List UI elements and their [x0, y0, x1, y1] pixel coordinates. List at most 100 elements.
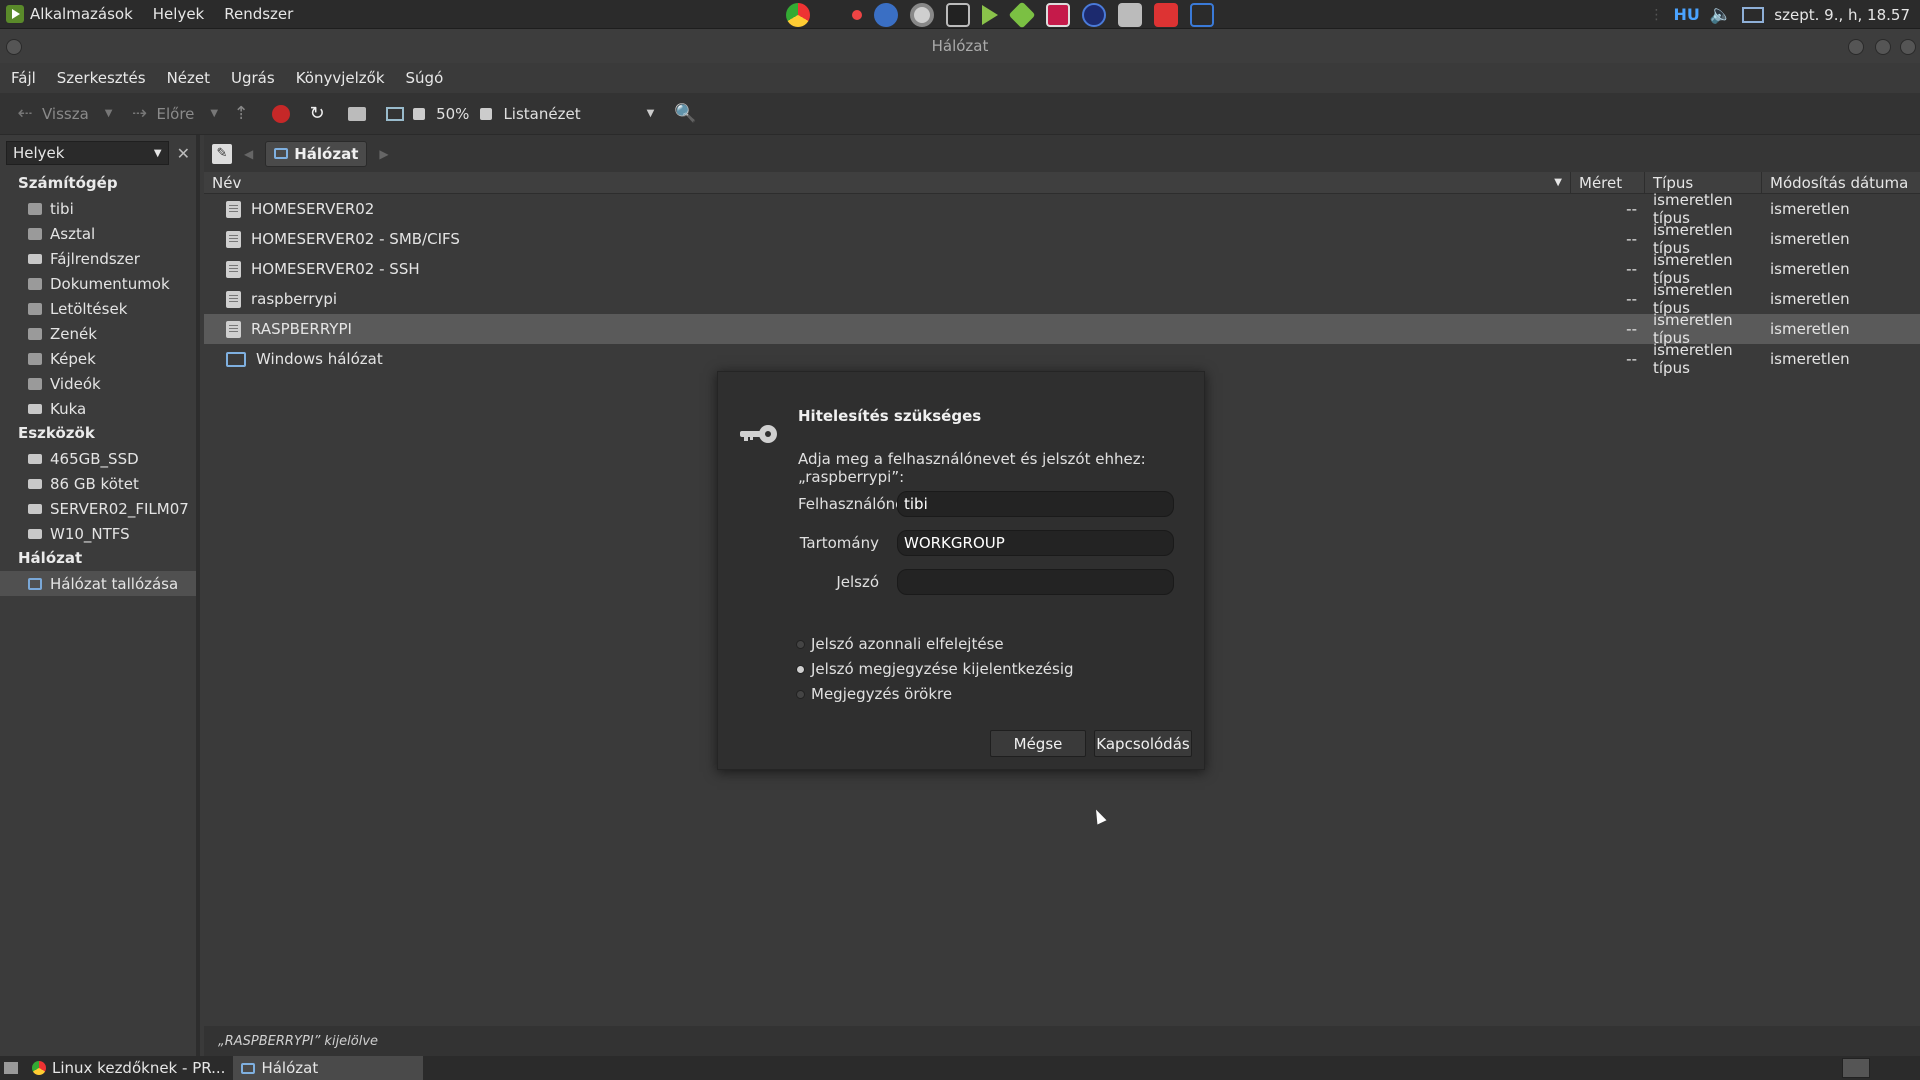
sidebar-item-label: Letöltések: [50, 299, 128, 318]
sidebar-item-w10[interactable]: W10_NTFS: [0, 521, 196, 546]
circle-app-icon[interactable]: [1082, 3, 1106, 27]
table-row[interactable]: raspberrypi -- ismeretlen típus ismeretl…: [204, 281, 1920, 317]
column-date[interactable]: Módosítás dátuma: [1762, 172, 1920, 194]
sidebar-item-music[interactable]: Zenék: [0, 321, 196, 346]
close-button[interactable]: [1900, 39, 1916, 55]
breadcrumb[interactable]: Hálózat: [265, 140, 368, 167]
radio-remember-forever[interactable]: Megjegyzés örökre: [796, 685, 952, 703]
play-icon[interactable]: [982, 5, 998, 25]
search-icon[interactable]: 🔍: [674, 103, 696, 125]
table-row-selected[interactable]: RASPBERRYPI -- ismeretlen típus ismeretl…: [204, 311, 1920, 347]
system-menu[interactable]: Rendszer: [214, 0, 303, 29]
username-label: Felhasználónév: [798, 495, 914, 513]
zoom-out-icon[interactable]: [412, 103, 426, 125]
package-icon[interactable]: [1008, 1, 1036, 29]
column-name[interactable]: Név ▼: [204, 171, 1571, 194]
row-date: ismeretlen: [1770, 200, 1850, 218]
home-folder-icon: [28, 202, 42, 215]
menu-file[interactable]: Fájl: [11, 69, 36, 87]
table-row[interactable]: HOMESERVER02 - SSH -- ismeretlen típus i…: [204, 251, 1920, 287]
gear-icon[interactable]: [910, 3, 934, 27]
close-sidebar-icon[interactable]: ✕: [177, 144, 190, 163]
sidebar-item-desktop[interactable]: Asztal: [0, 221, 196, 246]
table-row[interactable]: HOMESERVER02 - SMB/CIFS -- ismeretlen tí…: [204, 221, 1920, 257]
username-field[interactable]: [897, 491, 1174, 517]
connect-button[interactable]: Kapcsolódás: [1094, 730, 1192, 757]
path-left-arrow-icon[interactable]: ◀: [244, 147, 253, 161]
sidebar-type-select[interactable]: Helyek ▼: [6, 141, 169, 165]
sidebar-item-downloads[interactable]: Letöltések: [0, 296, 196, 321]
sidebar-item-server02[interactable]: SERVER02_FILM07: [0, 496, 196, 521]
domain-field[interactable]: [897, 530, 1174, 556]
zoom-level[interactable]: 50%: [432, 99, 473, 129]
keyboard-layout-indicator[interactable]: HU: [1673, 5, 1699, 24]
menu-bookmarks[interactable]: Könyvjelzők: [296, 69, 385, 87]
sidebar-item-pictures[interactable]: Képek: [0, 346, 196, 371]
sidebar-item-documents[interactable]: Dokumentumok: [0, 271, 196, 296]
taskbar-item-label: Linux kezdőknek - PR...: [52, 1059, 226, 1077]
applications-menu[interactable]: Alkalmazások: [0, 0, 143, 29]
status-bar: „RASPBERRYPI” kijelölve: [204, 1026, 1920, 1056]
network-status-icon[interactable]: [1742, 6, 1765, 23]
table-row[interactable]: HOMESERVER02 -- ismeretlen típus ismeret…: [204, 191, 1920, 227]
taskbar-item-browser[interactable]: Linux kezdőknek - PR...: [24, 1056, 233, 1080]
row-date: ismeretlen: [1770, 260, 1850, 278]
minimize-button[interactable]: [1848, 39, 1864, 55]
up-arrow-icon[interactable]: ⇡: [230, 103, 252, 125]
raspberry-icon[interactable]: [1046, 3, 1070, 27]
window-titlebar[interactable]: Hálózat: [0, 29, 1920, 63]
places-menu[interactable]: Helyek: [143, 0, 214, 29]
sidebar-item-videos[interactable]: Videók: [0, 371, 196, 396]
sidebar-item-home[interactable]: tibi: [0, 196, 196, 221]
maximize-button[interactable]: [1875, 39, 1891, 55]
edit-location-icon[interactable]: ✎: [212, 143, 232, 164]
volume-icon[interactable]: 🔈: [1710, 4, 1732, 25]
sidebar-item-label: Videók: [50, 374, 101, 393]
table-row[interactable]: Windows hálózat -- ismeretlen típus isme…: [204, 341, 1920, 377]
forward-history-dropdown[interactable]: ▼: [210, 108, 218, 119]
sidebar-item-filesystem[interactable]: Fájlrendszer: [0, 246, 196, 271]
sidebar-item-browse-network[interactable]: Hálózat tallózása: [0, 571, 196, 596]
clock[interactable]: szept. 9., h, 18.57: [1774, 6, 1910, 24]
sysinfo-icon[interactable]: [874, 3, 898, 27]
reload-icon[interactable]: ↻: [306, 103, 328, 125]
sidebar-item-volume[interactable]: 86 GB kötet: [0, 471, 196, 496]
taskbar-item-file-manager[interactable]: Hálózat: [233, 1056, 424, 1080]
radio-remember-until-logout[interactable]: Jelszó megjegyzése kijelentkezésig: [796, 660, 1074, 678]
cancel-button[interactable]: Mégse: [990, 730, 1086, 757]
column-size[interactable]: Méret: [1571, 171, 1645, 194]
view-mode-select[interactable]: Listanézet ▼: [499, 99, 658, 129]
menu-edit[interactable]: Szerkesztés: [57, 69, 146, 87]
chrome-icon[interactable]: [786, 3, 810, 27]
documents-folder-icon: [28, 277, 42, 290]
stop-icon[interactable]: [270, 103, 292, 125]
back-history-dropdown[interactable]: ▼: [105, 108, 113, 119]
server-icon: [226, 290, 241, 308]
sidebar-item-trash[interactable]: Kuka: [0, 396, 196, 421]
forward-arrow-icon: ⇢: [131, 103, 148, 124]
workspace-switcher[interactable]: [1842, 1058, 1870, 1078]
zoom-in-icon[interactable]: [479, 103, 493, 125]
menu-view[interactable]: Nézet: [167, 69, 210, 87]
sidebar-section-computer: Számítógép: [18, 174, 118, 192]
network-tray-icon[interactable]: [1190, 3, 1214, 27]
show-desktop-icon[interactable]: [4, 1062, 18, 1074]
computer-icon[interactable]: [384, 103, 406, 125]
home-folder-icon[interactable]: [346, 103, 368, 125]
record-icon[interactable]: [852, 10, 862, 20]
status-text: „RASPBERRYPI” kijelölve: [218, 1033, 379, 1049]
menu-help[interactable]: Súgó: [406, 69, 444, 87]
radio-forget-immediately[interactable]: Jelszó azonnali elfelejtése: [796, 635, 1004, 653]
sidebar-item-ssd[interactable]: 465GB_SSD: [0, 446, 196, 471]
drive-icon: [28, 453, 42, 464]
forward-button[interactable]: ⇢ Előre: [125, 99, 199, 129]
password-field[interactable]: [897, 569, 1174, 595]
path-right-arrow-icon[interactable]: ▶: [379, 147, 388, 161]
storage-icon[interactable]: [1118, 3, 1142, 27]
terminal-icon[interactable]: [946, 3, 970, 27]
menu-go[interactable]: Ugrás: [231, 69, 275, 87]
back-button[interactable]: ⇠ Vissza: [10, 99, 93, 129]
dc-icon[interactable]: [1154, 3, 1178, 27]
taskbar: Linux kezdőknek - PR... Hálózat: [0, 1056, 1920, 1080]
window-menu-button[interactable]: [6, 39, 22, 55]
